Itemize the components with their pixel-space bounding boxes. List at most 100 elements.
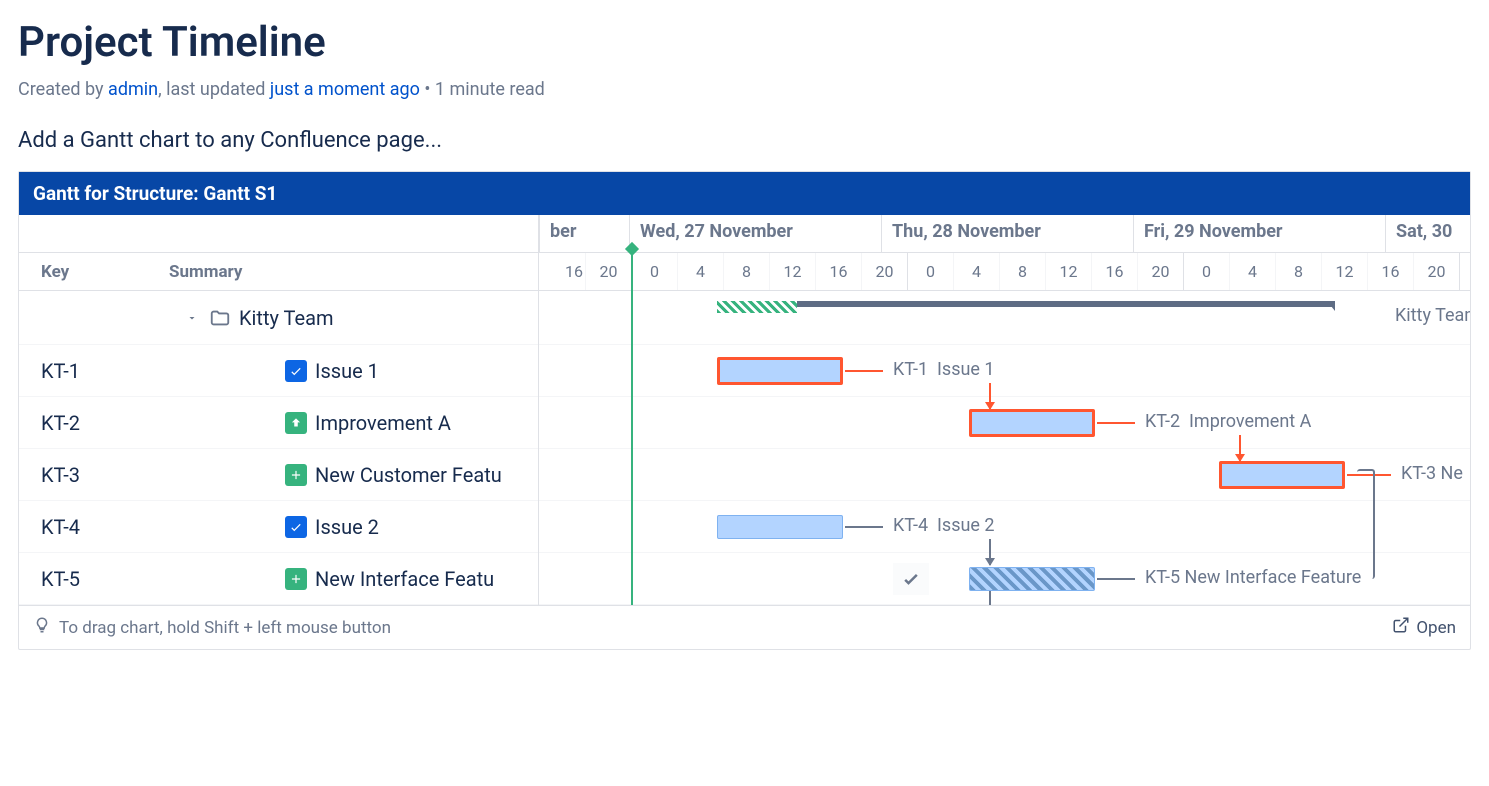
updated-link[interactable]: just a moment ago bbox=[270, 79, 420, 100]
checkmark-icon bbox=[893, 563, 929, 595]
task-bar[interactable] bbox=[969, 409, 1095, 437]
folder-icon bbox=[209, 307, 231, 329]
hour-tick: 20 bbox=[1137, 253, 1183, 290]
day-header: ber bbox=[539, 215, 629, 252]
list-item[interactable]: KT-3 New Customer Featu bbox=[19, 449, 538, 501]
hour-tick: 0 bbox=[907, 253, 953, 290]
timeline-days: berWed, 27 NovemberThu, 28 NovemberFri, … bbox=[539, 215, 1470, 253]
day-header: Wed, 27 November bbox=[629, 215, 881, 252]
issue-summary: Improvement A bbox=[315, 411, 451, 435]
hour-tick: 8 bbox=[723, 253, 769, 290]
open-label: Open bbox=[1416, 618, 1456, 638]
gantt-left-pane: Key Summary Kitty Team KT-1 Issue 1 KT-2… bbox=[19, 215, 539, 605]
column-key[interactable]: Key bbox=[19, 262, 169, 282]
now-marker bbox=[631, 253, 633, 605]
task-label: KT-2 Improvement A bbox=[1139, 411, 1311, 432]
hour-tick: 12 bbox=[1045, 253, 1091, 290]
dependency-arrow bbox=[989, 383, 991, 409]
group-progress bbox=[717, 301, 797, 313]
gantt-rows: Kitty Team KT-1 Issue 1 KT-2 Improvement … bbox=[539, 291, 1470, 605]
hour-tick: 20 bbox=[861, 253, 907, 290]
feature-icon bbox=[285, 464, 307, 486]
task-bar[interactable] bbox=[717, 515, 843, 539]
list-item[interactable]: KT-2 Improvement A bbox=[19, 397, 538, 449]
gantt-macro: Gantt for Structure: Gantt S1 Key Summar… bbox=[18, 171, 1471, 650]
issue-summary: New Interface Featu bbox=[315, 567, 494, 591]
hour-tick: 4 bbox=[953, 253, 999, 290]
gantt-footer: To drag chart, hold Shift + left mouse b… bbox=[19, 605, 1470, 649]
updated-label: , last updated bbox=[158, 79, 270, 100]
issue-summary: Issue 1 bbox=[315, 359, 379, 383]
read-time: 1 minute read bbox=[435, 79, 545, 100]
column-summary[interactable]: Summary bbox=[169, 262, 538, 282]
page-title: Project Timeline bbox=[18, 18, 1471, 67]
label-connector bbox=[1097, 578, 1135, 580]
hour-tick: 16 bbox=[1091, 253, 1137, 290]
hour-tick: 16 bbox=[1367, 253, 1413, 290]
open-button[interactable]: Open bbox=[1392, 616, 1456, 639]
task-bar[interactable] bbox=[1219, 461, 1345, 489]
hour-tick: 16 bbox=[539, 253, 585, 290]
lightbulb-icon bbox=[33, 616, 51, 639]
list-item[interactable]: KT-4 Issue 2 bbox=[19, 501, 538, 553]
issue-summary: Issue 2 bbox=[315, 515, 379, 539]
gantt-title: Gantt for Structure: Gantt S1 bbox=[19, 172, 1470, 215]
hour-tick: 0 bbox=[1183, 253, 1229, 290]
task-label: KT-1 Issue 1 bbox=[887, 359, 995, 380]
hour-tick: 20 bbox=[585, 253, 631, 290]
intro-text: Add a Gantt chart to any Confluence page… bbox=[18, 128, 1471, 153]
dependency-elbow bbox=[1357, 469, 1375, 579]
group-label: Kitty Team bbox=[1395, 305, 1470, 326]
gantt-row: KT-5 New Interface Feature bbox=[539, 553, 1470, 605]
hour-tick: 12 bbox=[1321, 253, 1367, 290]
hour-tick: 0 bbox=[1459, 253, 1470, 290]
task-bar[interactable] bbox=[717, 357, 843, 385]
list-item[interactable]: KT-5 New Interface Featu bbox=[19, 553, 538, 605]
issue-summary: New Customer Featu bbox=[315, 463, 502, 487]
hint-text: To drag chart, hold Shift + left mouse b… bbox=[59, 618, 391, 638]
read-separator: • bbox=[420, 79, 435, 100]
feature-icon bbox=[285, 568, 307, 590]
gantt-row: KT-3 Ne bbox=[539, 449, 1470, 501]
hour-tick: 0 bbox=[631, 253, 677, 290]
task-label: KT-4 Issue 2 bbox=[887, 515, 995, 536]
chevron-down-icon[interactable] bbox=[183, 309, 201, 327]
dependency-arrow bbox=[989, 539, 991, 565]
list-item[interactable]: Kitty Team bbox=[19, 291, 538, 345]
group-name: Kitty Team bbox=[239, 306, 334, 330]
author-link[interactable]: admin bbox=[108, 79, 158, 100]
task-label: KT-3 Ne bbox=[1395, 463, 1463, 484]
column-headers: Key Summary bbox=[19, 253, 538, 291]
day-header: Thu, 28 November bbox=[881, 215, 1133, 252]
created-by-label: Created by bbox=[18, 79, 108, 100]
group-bar[interactable] bbox=[717, 301, 1335, 307]
hour-tick: 8 bbox=[999, 253, 1045, 290]
hour-tick: 20 bbox=[1413, 253, 1459, 290]
label-connector bbox=[845, 370, 883, 372]
task-bar[interactable] bbox=[969, 567, 1095, 591]
hour-tick: 16 bbox=[815, 253, 861, 290]
day-header: Fri, 29 November bbox=[1133, 215, 1385, 252]
task-icon bbox=[285, 360, 307, 382]
label-connector bbox=[1097, 422, 1135, 424]
list-item[interactable]: KT-1 Issue 1 bbox=[19, 345, 538, 397]
hour-tick: 12 bbox=[769, 253, 815, 290]
external-link-icon bbox=[1392, 616, 1410, 639]
dependency-arrow bbox=[989, 591, 991, 605]
gantt-row: KT-2 Improvement A bbox=[539, 397, 1470, 449]
page-meta: Created by admin, last updated just a mo… bbox=[18, 79, 1471, 100]
task-label: KT-5 New Interface Feature bbox=[1139, 567, 1361, 588]
gantt-chart-pane[interactable]: berWed, 27 NovemberThu, 28 NovemberFri, … bbox=[539, 215, 1470, 605]
gantt-row: Kitty Team bbox=[539, 291, 1470, 345]
gantt-row: KT-4 Issue 2 bbox=[539, 501, 1470, 553]
day-header: Sat, 30 bbox=[1385, 215, 1470, 252]
hour-tick: 4 bbox=[677, 253, 723, 290]
task-icon bbox=[285, 516, 307, 538]
gantt-body: Key Summary Kitty Team KT-1 Issue 1 KT-2… bbox=[19, 215, 1470, 605]
label-connector bbox=[845, 526, 883, 528]
improv-icon bbox=[285, 412, 307, 434]
hour-tick: 8 bbox=[1275, 253, 1321, 290]
hour-tick: 4 bbox=[1229, 253, 1275, 290]
dependency-arrow bbox=[1239, 435, 1241, 461]
timeline-hours: 162004812162004812162004812162004 bbox=[539, 253, 1470, 291]
